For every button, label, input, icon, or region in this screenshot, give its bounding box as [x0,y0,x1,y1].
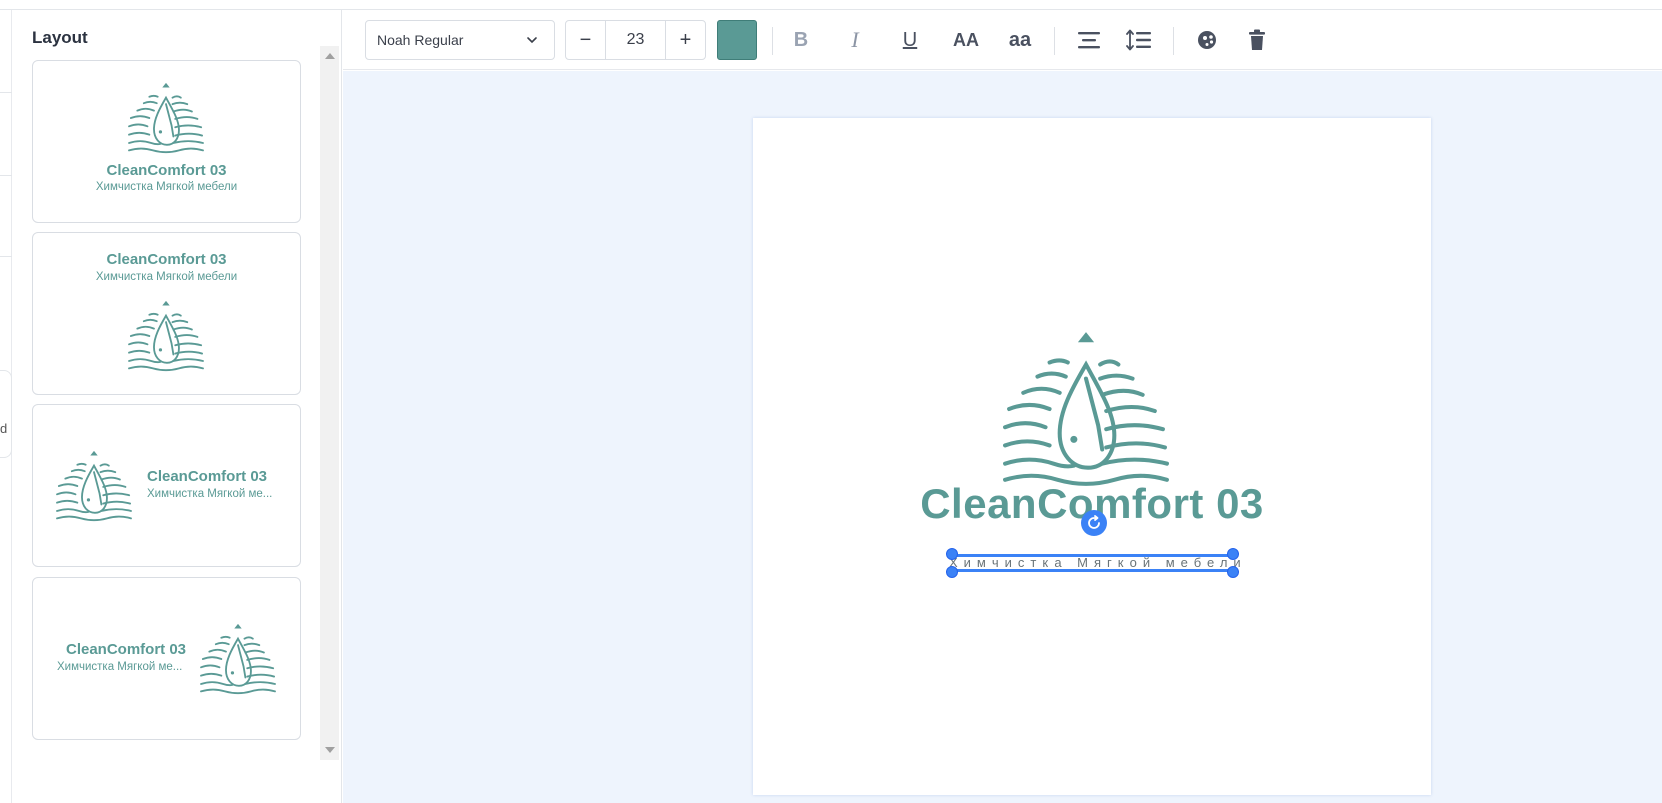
increase-font-size-button[interactable]: + [666,21,705,59]
card-tagline: Химчистка Мягкой ме... [147,488,273,500]
italic-icon: I [851,27,859,52]
underline-icon: U [902,28,918,51]
scroll-up-arrow-icon[interactable] [325,53,335,59]
layout-card-logo-top[interactable]: CleanComfort 03 Химчистка Мягкой мебели [32,60,301,223]
decrease-font-size-button[interactable]: − [566,21,605,59]
resize-handle-bottom-right[interactable] [1227,566,1239,578]
line-spacing-icon [1126,29,1151,51]
selection-box[interactable] [952,554,1233,572]
strip-divider [0,175,12,176]
card-brand-name: CleanComfort 03 [106,251,227,268]
resize-handle-top-right[interactable] [1227,548,1239,560]
drop-waves-logo-icon [199,622,277,696]
layout-panel-title: Layout [32,28,88,47]
underline-button[interactable]: U [892,22,928,58]
left-tool-strip: d [0,10,12,803]
layout-card-logo-bottom[interactable]: CleanComfort 03 Химчистка Мягкой мебели [32,232,301,395]
delete-button[interactable] [1239,22,1275,58]
strip-divider [0,92,12,93]
scroll-down-arrow-icon[interactable] [325,747,335,753]
layout-scrollbar[interactable] [320,46,339,760]
drop-waves-logo-icon [127,81,205,155]
effects-button[interactable] [1189,22,1225,58]
card-tagline: Химчистка Мягкой мебели [95,181,238,193]
drop-waves-logo-icon [55,449,133,523]
layout-card-logo-left[interactable]: CleanComfort 03 Химчистка Мягкой ме... [32,404,301,567]
rotate-icon [1088,515,1100,529]
font-size-input[interactable]: 23 [605,21,666,59]
bold-button[interactable]: B [783,22,819,58]
chevron-down-icon [527,37,537,44]
italic-button[interactable]: I [837,22,873,58]
strip-tab[interactable] [0,370,12,458]
artboard[interactable]: CleanComfort 03 Химчистка Мягкой мебели [753,118,1431,795]
resize-handle-top-left[interactable] [946,548,958,560]
card-brand-name: CleanComfort 03 [66,641,187,658]
strip-tab-label: d [0,421,8,436]
drop-waves-logo-icon [127,299,205,373]
lowercase-icon: aa [1008,28,1032,51]
bold-icon: B [793,28,809,51]
layout-card-logo-right[interactable]: CleanComfort 03 Химчистка Мягкой ме... [32,577,301,740]
trash-icon [1249,29,1265,50]
font-family-value: Noah Regular [377,32,464,48]
card-brand-name: CleanComfort 03 [106,162,227,179]
font-family-select[interactable]: Noah Regular [365,20,555,60]
card-brand-name: CleanComfort 03 [147,468,268,485]
text-toolbar: Noah Regular − 23 + B I U AA aa [343,10,1662,70]
uppercase-icon: AA [953,29,979,50]
strip-divider [0,256,12,257]
rotate-handle[interactable] [1081,510,1107,536]
toolbar-divider [772,27,773,55]
card-tagline: Химчистка Мягкой ме... [57,661,183,673]
text-color-swatch[interactable] [717,20,757,60]
card-tagline: Химчистка Мягкой мебели [95,271,238,283]
align-center-button[interactable] [1071,22,1107,58]
font-size-stepper: − 23 + [565,20,706,60]
uppercase-button[interactable]: AA [948,22,984,58]
align-center-icon [1078,32,1100,49]
layout-panel: Layout CleanComfort 03 Химчистка Мягкой … [12,10,342,803]
toolbar-divider [1054,27,1055,55]
drop-waves-logo-icon[interactable] [1001,328,1171,490]
resize-handle-bottom-left[interactable] [946,566,958,578]
line-spacing-button[interactable] [1121,22,1157,58]
palette-icon [1198,31,1216,49]
lowercase-button[interactable]: aa [1002,22,1038,58]
canvas-area[interactable]: CleanComfort 03 Химчистка Мягкой мебели [343,71,1662,803]
toolbar-divider [1173,27,1174,55]
